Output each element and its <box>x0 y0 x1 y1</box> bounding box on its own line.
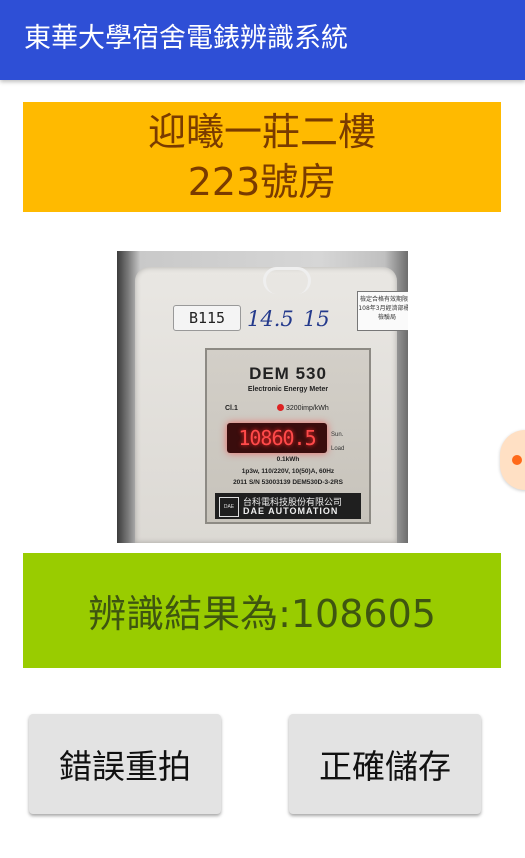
brand-plate: DAE 台科電科技股份有限公司 DAE AUTOMATION <box>215 493 361 519</box>
meter-subtitle: Electronic Energy Meter <box>247 386 329 393</box>
meter-display: 10860.5 <box>227 423 327 453</box>
room-building: 迎曦一莊二樓 <box>147 110 376 154</box>
result-banner: 辨識結果為:108605 <box>23 553 501 668</box>
side-label-top: Sun. <box>331 432 344 438</box>
brand-name-en: DAE AUTOMATION <box>243 506 339 516</box>
meter-side-labels: Sun. Load <box>331 428 344 456</box>
meter-reading: 10860.5 <box>238 426 316 450</box>
meter-body: B115 14.5 15 檢定合格有效期限至108年3月經濟部標準檢驗局 DEM… <box>135 267 408 543</box>
impulse-label: 3200imp/kWh <box>286 405 329 412</box>
seal-wire <box>263 267 311 294</box>
retake-button[interactable]: 錯誤重拍 <box>29 714 221 814</box>
app-title: 東華大學宿舍電錶辨識系統 <box>24 23 348 54</box>
side-label-bottom: Load <box>331 446 345 452</box>
meter-sticker: B115 <box>173 305 241 331</box>
save-button[interactable]: 正確儲存 <box>289 714 481 814</box>
meter-class: Cl.1 <box>225 405 238 412</box>
meter-model: DEM 530 <box>249 364 327 383</box>
room-number: 223號房 <box>187 160 337 204</box>
floating-assist-icon[interactable] <box>500 430 525 490</box>
result-text: 辨識結果為:108605 <box>88 592 436 636</box>
handwriting-left: 14.5 <box>247 307 294 331</box>
handwriting-right: 15 <box>303 307 330 331</box>
inspection-seal: 檢定合格有效期限至108年3月經濟部標準檢驗局 <box>357 291 408 331</box>
brand-logo: DAE <box>219 497 239 517</box>
impulse-led-icon <box>277 404 284 411</box>
meter-spec-2: 2011 S/N 53003139 DEM530D-3-2RS <box>233 479 343 486</box>
room-banner: 迎曦一莊二樓 223號房 <box>23 102 501 212</box>
meter-unit: 0.1kWh <box>276 456 300 463</box>
meter-spec-1: 1p3w, 110/220V, 10(50)A, 60Hz <box>241 468 335 475</box>
meter-photo: B115 14.5 15 檢定合格有效期限至108年3月經濟部標準檢驗局 DEM… <box>117 251 408 543</box>
meter-impulse: 3200imp/kWh <box>277 404 329 412</box>
app-bar: 東華大學宿舍電錶辨識系統 <box>0 0 525 80</box>
meter-panel: DEM 530 Electronic Energy Meter Cl.1 320… <box>205 348 371 524</box>
